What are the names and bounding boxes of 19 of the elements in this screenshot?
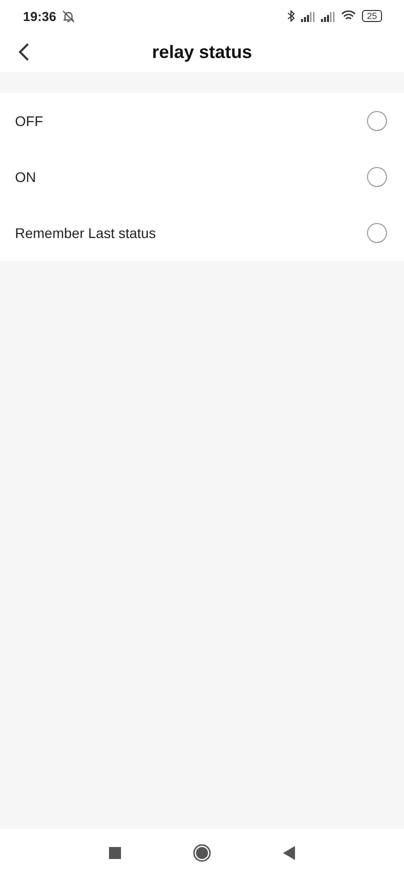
back-icon[interactable] — [283, 846, 295, 860]
radio-button[interactable] — [367, 111, 387, 131]
status-time: 19:36 — [23, 8, 56, 24]
bell-off-icon — [62, 10, 76, 22]
wifi-icon — [340, 10, 356, 22]
option-row[interactable]: Remember Last status — [0, 205, 404, 261]
option-row[interactable]: ON — [0, 149, 404, 205]
radio-button[interactable] — [367, 223, 387, 243]
option-label: ON — [15, 169, 36, 185]
page-title: relay status — [152, 42, 252, 62]
bluetooth-icon — [286, 10, 295, 22]
home-icon[interactable] — [193, 844, 211, 862]
option-row[interactable]: OFF — [0, 93, 404, 149]
signal-icon — [320, 10, 335, 22]
signal-icon — [300, 10, 315, 22]
battery-level: 25 — [362, 10, 382, 22]
radio-button[interactable] — [367, 167, 387, 187]
option-label: Remember Last status — [15, 225, 156, 241]
option-label: OFF — [15, 113, 43, 129]
